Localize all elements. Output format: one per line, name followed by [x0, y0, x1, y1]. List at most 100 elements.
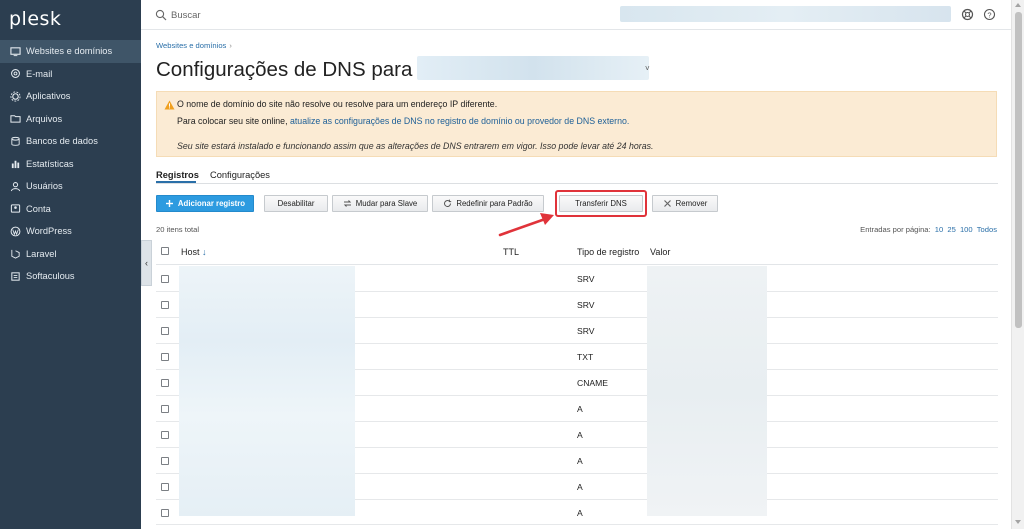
- sort-down-icon: ↓: [202, 247, 207, 257]
- transfer-dns-highlight: [555, 190, 647, 217]
- breadcrumb: Websites e domínios ›: [156, 41, 232, 50]
- database-icon: [9, 135, 21, 147]
- remove-button[interactable]: Remover: [652, 195, 718, 212]
- per-page-all[interactable]: Todos: [977, 225, 997, 234]
- column-host[interactable]: Host ↓: [181, 247, 207, 257]
- sidebar-item-account[interactable]: Conta: [0, 198, 141, 221]
- disable-button[interactable]: Desabilitar: [264, 195, 328, 212]
- record-type: SRV: [577, 326, 595, 336]
- record-type: A: [577, 404, 583, 414]
- page-scrollbar[interactable]: [1011, 0, 1024, 529]
- add-record-label: Adicionar registro: [177, 199, 246, 208]
- per-page-25[interactable]: 25: [947, 225, 955, 234]
- scroll-up-arrow-icon[interactable]: [1015, 3, 1021, 7]
- sidebar-item-files[interactable]: Arquivos: [0, 108, 141, 131]
- tab-registros[interactable]: Registros: [156, 170, 199, 180]
- plesk-logo[interactable]: plesk: [9, 8, 61, 30]
- bar-chart-icon: [9, 158, 21, 170]
- sidebar-item-label: Websites e domínios: [26, 46, 113, 57]
- row-checkbox[interactable]: [161, 483, 169, 491]
- update-dns-settings-link[interactable]: atualize as configurações de DNS no regi…: [290, 116, 629, 126]
- user-icon: [9, 180, 21, 192]
- wordpress-icon: [9, 225, 21, 237]
- row-checkbox[interactable]: [161, 509, 169, 517]
- domain-switcher-chevron-icon[interactable]: ˅: [645, 64, 650, 73]
- monitor-icon: [9, 45, 21, 57]
- record-values-blurred: [647, 266, 767, 516]
- search-input[interactable]: [171, 6, 471, 24]
- reset-default-label: Redefinir para Padrão: [456, 199, 533, 208]
- per-page-100[interactable]: 100: [960, 225, 973, 234]
- alert-message: O nome de domínio do site não resolve ou…: [177, 99, 498, 109]
- per-page-label: Entradas por página:: [860, 225, 931, 234]
- sidebar-item-softaculous[interactable]: Softaculous: [0, 265, 141, 288]
- record-type: A: [577, 508, 583, 518]
- scroll-down-arrow-icon[interactable]: [1015, 520, 1021, 524]
- row-checkbox[interactable]: [161, 431, 169, 439]
- sidebar-item-label: Softaculous: [26, 271, 75, 282]
- breadcrumb-separator: ›: [229, 41, 232, 50]
- sidebar-item-apps[interactable]: Aplicativos: [0, 85, 141, 108]
- breadcrumb-websites[interactable]: Websites e domínios: [156, 41, 226, 50]
- row-checkbox[interactable]: [161, 405, 169, 413]
- row-checkbox[interactable]: [161, 327, 169, 335]
- tabs: Registros Configurações: [156, 167, 998, 184]
- row-checkbox[interactable]: [161, 353, 169, 361]
- mail-icon: [9, 68, 21, 80]
- search-icon[interactable]: [155, 9, 167, 21]
- scroll-thumb[interactable]: [1015, 12, 1022, 328]
- reset-icon: [443, 199, 452, 208]
- column-value[interactable]: Valor: [650, 247, 670, 257]
- total-items: 20 itens total: [156, 225, 200, 234]
- record-type: SRV: [577, 300, 595, 310]
- column-ttl[interactable]: TTL: [503, 247, 519, 257]
- sidebar-item-email[interactable]: E-mail: [0, 63, 141, 86]
- lifebuoy-icon[interactable]: [961, 8, 974, 21]
- row-checkbox[interactable]: [161, 379, 169, 387]
- sidebar-item-label: WordPress: [26, 226, 72, 237]
- tab-configuracoes[interactable]: Configurações: [210, 170, 270, 180]
- alert-instruction-text: Para colocar seu site online,: [177, 116, 290, 126]
- sidebar-item-websites[interactable]: Websites e domínios: [0, 40, 141, 63]
- add-record-button[interactable]: Adicionar registro: [156, 195, 254, 212]
- record-type: A: [577, 456, 583, 466]
- help-icon[interactable]: ?: [983, 8, 996, 21]
- active-tab-indicator: [156, 181, 196, 183]
- switch-to-slave-button[interactable]: Mudar para Slave: [332, 195, 428, 212]
- sidebar-item-wordpress[interactable]: WordPress: [0, 220, 141, 243]
- sidebar-item-databases[interactable]: Bancos de dados: [0, 130, 141, 153]
- sidebar-item-users[interactable]: Usuários: [0, 175, 141, 198]
- sidebar-item-label: E-mail: [26, 68, 53, 79]
- sidebar-item-label: Aplicativos: [26, 91, 71, 102]
- per-page-10[interactable]: 10: [935, 225, 943, 234]
- sidebar-item-label: Laravel: [26, 248, 57, 259]
- column-type[interactable]: Tipo de registro: [577, 247, 639, 257]
- switch-to-slave-label: Mudar para Slave: [355, 199, 418, 208]
- sidebar-item-laravel[interactable]: Laravel: [0, 243, 141, 266]
- row-checkbox[interactable]: [161, 301, 169, 309]
- folder-icon: [9, 113, 21, 125]
- record-type: TXT: [577, 352, 594, 362]
- remove-label: Remover: [675, 199, 708, 208]
- record-type: A: [577, 430, 583, 440]
- row-checkbox[interactable]: [161, 275, 169, 283]
- domain-name-blurred: [417, 56, 649, 80]
- alert-instruction: Para colocar seu site online, atualize a…: [177, 116, 629, 126]
- table-header: Host ↓ TTL Tipo de registro Valor: [156, 238, 998, 265]
- host-values-blurred: [179, 266, 355, 516]
- record-type: CNAME: [577, 378, 609, 388]
- red-annotation-arrow-icon: [498, 213, 554, 237]
- select-all-checkbox[interactable]: [161, 247, 169, 255]
- disable-label: Desabilitar: [277, 199, 315, 208]
- laravel-icon: [9, 248, 21, 260]
- sidebar-item-statistics[interactable]: Estatísticas: [0, 153, 141, 176]
- sidebar-nav: Websites e domínios E-mail Aplicativos A…: [0, 40, 141, 288]
- user-account-blurred[interactable]: [620, 6, 951, 22]
- sidebar-item-label: Estatísticas: [26, 158, 74, 169]
- svg-text:?: ?: [987, 10, 991, 19]
- column-host-label: Host: [181, 247, 200, 257]
- record-type: SRV: [577, 274, 595, 284]
- plus-icon: [165, 199, 174, 208]
- sidebar-collapse-button[interactable]: ‹: [141, 240, 152, 286]
- row-checkbox[interactable]: [161, 457, 169, 465]
